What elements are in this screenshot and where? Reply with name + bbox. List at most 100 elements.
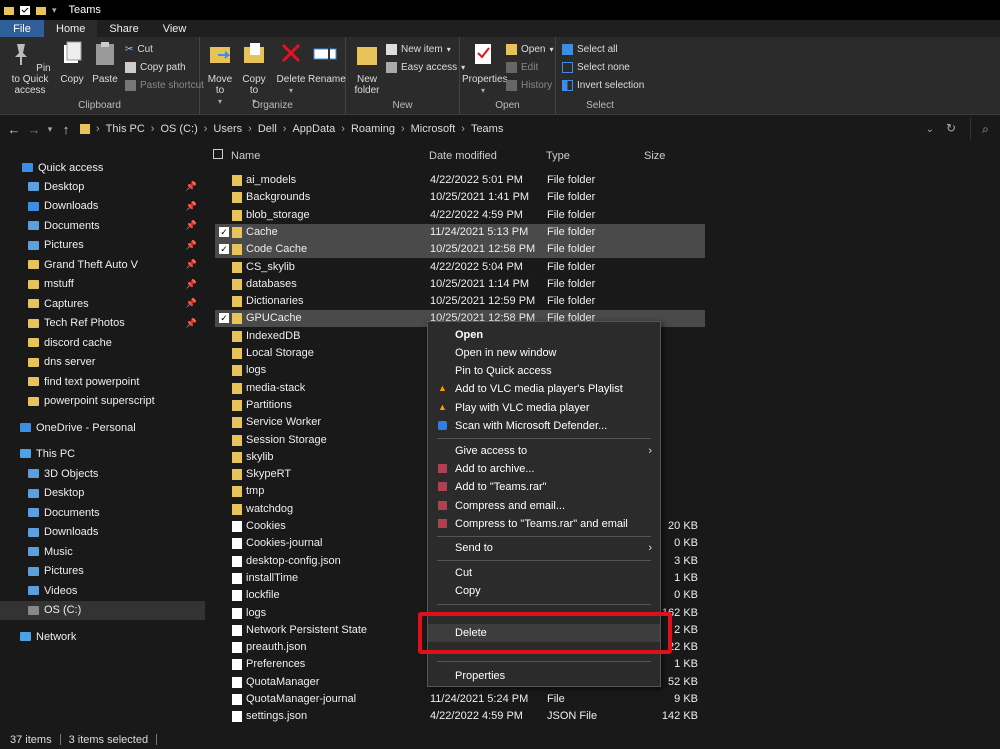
pin-icon[interactable]: 📌 (186, 318, 197, 329)
row-checkbox[interactable]: ✓ (219, 226, 229, 237)
back-arrow-icon[interactable]: ← (4, 122, 24, 137)
pin-icon[interactable]: 📌 (186, 298, 197, 309)
copy-path-button[interactable]: Copy path (125, 62, 186, 73)
row-checkbox[interactable]: ✓ (219, 313, 229, 324)
copy-button[interactable]: Copy (58, 41, 86, 85)
sidebar-pc-item-3[interactable]: Downloads (0, 523, 205, 542)
new-item-button[interactable]: New item ▾ (386, 44, 451, 55)
pin-icon[interactable]: 📌 (186, 201, 197, 212)
menu-compress-email[interactable]: Compress and email... (428, 497, 660, 515)
tab-share[interactable]: Share (97, 20, 150, 37)
row-checkbox[interactable]: ✓ (219, 244, 229, 255)
tab-home[interactable]: Home (44, 20, 98, 37)
breadcrumb-this-pc[interactable]: This PC (106, 123, 145, 135)
paste-button[interactable]: Paste (90, 41, 120, 85)
column-size[interactable]: Size (644, 150, 665, 162)
sidebar-item-3[interactable]: Pictures 📌 (0, 236, 205, 255)
column-name[interactable]: Name (231, 150, 260, 162)
sidebar-item-10[interactable]: find text powerpoint (0, 372, 205, 391)
menu-cut[interactable]: Cut (428, 564, 660, 582)
file-row[interactable]: ✓ Cache 11/24/2021 5:13 PM File folder (215, 223, 705, 241)
sidebar-item-11[interactable]: powerpoint superscript (0, 392, 205, 411)
forward-arrow-icon[interactable]: → (24, 122, 44, 137)
recent-locations-icon[interactable]: ▾ (44, 124, 56, 135)
menu-add-rar[interactable]: Add to "Teams.rar" (428, 478, 660, 496)
sidebar-item-0[interactable]: Desktop 📌 (0, 177, 205, 196)
invert-selection-button[interactable]: Invert selection (562, 80, 644, 91)
sidebar-pc-item-4[interactable]: Music (0, 542, 205, 561)
sidebar-pc-item-5[interactable]: Pictures (0, 562, 205, 581)
properties-button[interactable]: Properties ▾ (462, 41, 508, 96)
sidebar-item-7[interactable]: Tech Ref Photos 📌 (0, 314, 205, 333)
search-icon[interactable]: ⌕ (970, 118, 1000, 140)
move-to-button[interactable]: Move to ▾ (205, 41, 235, 107)
qat-dropdown-icon[interactable]: ▾ (52, 5, 57, 16)
sidebar-onedrive[interactable]: OneDrive - Personal (0, 418, 205, 437)
pin-quick-access-button[interactable]: Pin to Quick access (4, 41, 56, 96)
menu-copy[interactable]: Copy (428, 582, 660, 600)
sidebar-network[interactable]: Network (0, 627, 205, 646)
address-bar[interactable]: › This PC › OS (C:) › Users › Dell › AppData… (80, 118, 940, 140)
file-row[interactable]: Dictionaries 10/25/2021 12:59 PM File fold… (215, 293, 705, 310)
pin-icon[interactable]: 📌 (186, 181, 197, 192)
pin-icon[interactable]: 📌 (186, 279, 197, 290)
breadcrumb-appdata[interactable]: AppData (292, 123, 335, 135)
properties-icon[interactable] (20, 5, 30, 16)
sidebar-pc-item-6[interactable]: Videos (0, 581, 205, 600)
sidebar-this-pc[interactable]: This PC (0, 444, 205, 463)
menu-send-to[interactable]: Send to › (428, 539, 660, 557)
new-folder-button[interactable]: New folder (352, 41, 382, 96)
edit-button[interactable]: Edit (506, 62, 538, 73)
sidebar-item-5[interactable]: mstuff 📌 (0, 275, 205, 294)
menu-properties[interactable]: Properties (428, 667, 660, 685)
easy-access-button[interactable]: Easy access ▾ (386, 62, 465, 73)
menu-compress-rar-email[interactable]: Compress to "Teams.rar" and email (428, 515, 660, 533)
menu-defender[interactable]: Scan with Microsoft Defender... (428, 417, 660, 435)
select-all-button[interactable]: Select all (562, 44, 618, 55)
menu-open-new-window[interactable]: Open in new window (428, 344, 660, 362)
menu-vlc-playlist[interactable]: ▲ Add to VLC media player's Playlist (428, 380, 660, 398)
file-row[interactable]: settings.json 4/22/2022 4:59 PM JSON File 1… (215, 708, 705, 725)
menu-add-archive[interactable]: Add to archive... (428, 460, 660, 478)
menu-open[interactable]: Open (428, 326, 660, 344)
open-button[interactable]: Open ▾ (506, 44, 553, 55)
new-folder-icon[interactable] (36, 5, 46, 16)
sidebar-item-6[interactable]: Captures 📌 (0, 294, 205, 313)
menu-pin-quick-access[interactable]: Pin to Quick access (428, 362, 660, 380)
copy-to-button[interactable]: Copy to ▾ (239, 41, 269, 107)
column-type[interactable]: Type (546, 150, 570, 162)
tab-file[interactable]: File (0, 20, 44, 37)
refresh-icon[interactable]: ↻ (946, 121, 956, 135)
sidebar-item-9[interactable]: dns server (0, 353, 205, 372)
up-arrow-icon[interactable]: ↑ (56, 122, 76, 137)
sidebar-pc-item-0[interactable]: 3D Objects (0, 464, 205, 483)
history-button[interactable]: History (506, 80, 552, 91)
sidebar-pc-item-2[interactable]: Documents (0, 503, 205, 522)
sidebar-pc-item-7[interactable]: OS (C:) (0, 600, 205, 620)
file-row[interactable]: ai_models 4/22/2022 5:01 PM File folder (215, 172, 705, 189)
sidebar-item-1[interactable]: Downloads 📌 (0, 197, 205, 216)
address-dropdown-icon[interactable]: ⌄ (926, 124, 934, 135)
select-none-button[interactable]: Select none (562, 62, 630, 73)
file-row[interactable]: databases 10/25/2021 1:14 PM File folder (215, 276, 705, 293)
column-date[interactable]: Date modified (429, 150, 497, 162)
breadcrumb-roaming[interactable]: Roaming (351, 123, 395, 135)
file-row[interactable]: blob_storage 4/22/2022 4:59 PM File folder (215, 207, 705, 224)
breadcrumb-os-c[interactable]: OS (C:) (160, 123, 197, 135)
breadcrumb-dell[interactable]: Dell (258, 123, 277, 135)
paste-shortcut-button[interactable]: Paste shortcut (125, 80, 204, 91)
pin-icon[interactable]: 📌 (186, 240, 197, 251)
cut-button[interactable]: ✂ Cut (125, 44, 153, 55)
file-row[interactable]: QuotaManager-journal 11/24/2021 5:24 PM Fi… (215, 691, 705, 708)
select-all-checkbox[interactable] (213, 149, 223, 159)
file-row[interactable]: CS_skylib 4/22/2022 5:04 PM File folder (215, 259, 705, 276)
sidebar-item-8[interactable]: discord cache (0, 333, 205, 352)
pin-icon[interactable]: 📌 (186, 220, 197, 231)
file-row[interactable]: Backgrounds 10/25/2021 1:41 PM File folder (215, 189, 705, 206)
rename-button[interactable]: Rename (308, 41, 346, 85)
menu-vlc-play[interactable]: ▲ Play with VLC media player (428, 399, 660, 417)
sidebar-item-2[interactable]: Documents 📌 (0, 216, 205, 235)
sidebar-quick-access[interactable]: Quick access (0, 158, 205, 177)
delete-ribbon-button[interactable]: Delete ▾ (276, 41, 306, 96)
menu-give-access[interactable]: Give access to › (428, 442, 660, 460)
